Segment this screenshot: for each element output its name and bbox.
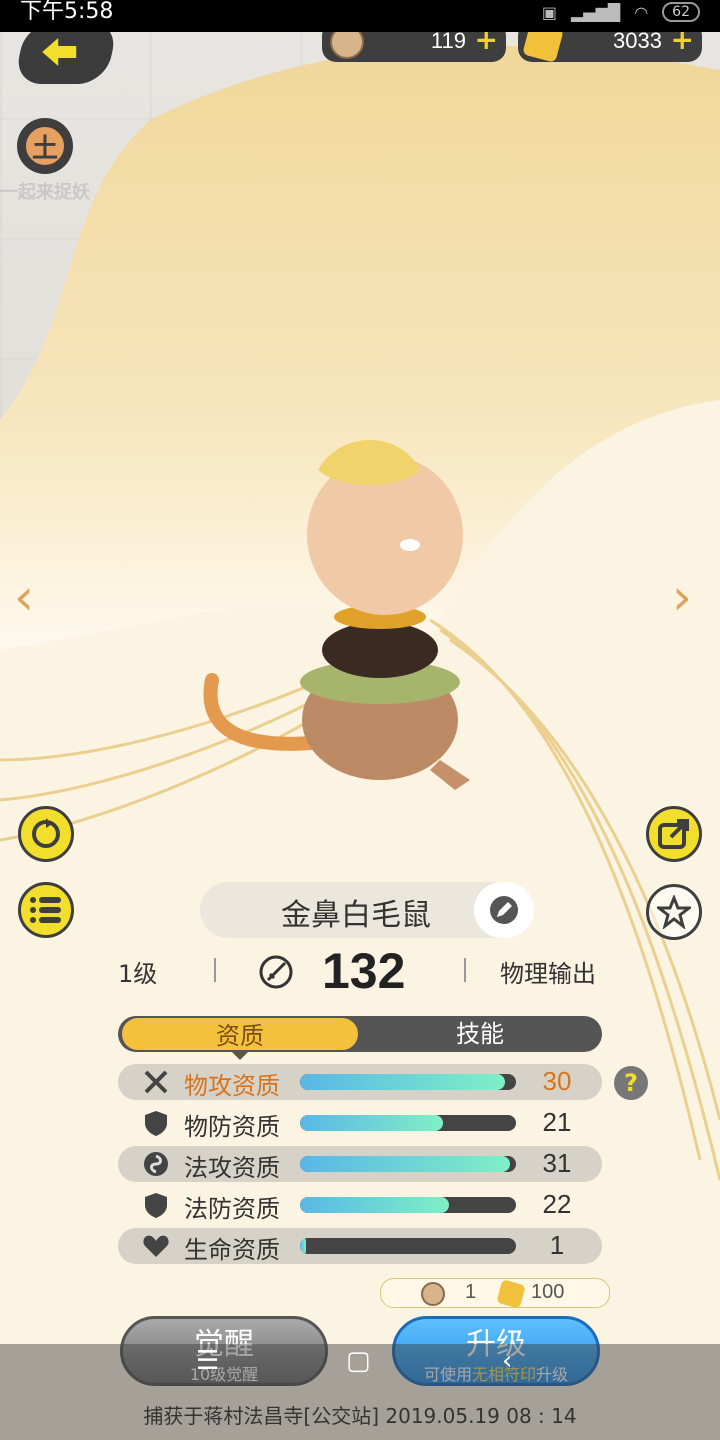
- signal-icon: ▂▄▆█: [570, 2, 621, 22]
- attribute-bar: [300, 1197, 516, 1213]
- attribute-label: 法防资质: [184, 1195, 280, 1223]
- pet-name: 金鼻白毛鼠: [281, 898, 431, 933]
- attribute-bar: [300, 1238, 516, 1254]
- attribute-label: 法攻资质: [184, 1154, 280, 1182]
- attribute-row: 物攻资质 30: [118, 1064, 602, 1100]
- share-icon: [658, 819, 689, 849]
- tab-bar: 资质 技能: [118, 1016, 602, 1052]
- swirl-icon: [144, 1152, 168, 1176]
- attribute-bar: [300, 1156, 516, 1172]
- attribute-bar-fill: [300, 1115, 443, 1131]
- status-icons: ▣ ▂▄▆█ ◠ 62: [542, 2, 700, 22]
- combat-power: 132: [322, 943, 406, 999]
- pet-level: 1级: [118, 960, 158, 988]
- attribute-bar-fill: [300, 1156, 510, 1172]
- list-icon: [30, 897, 61, 923]
- attribute-label: 生命资质: [184, 1236, 280, 1264]
- cat-coin-icon: [421, 1282, 445, 1306]
- background: 一起来捉妖 一起来捉妖 一起来捉妖: [0, 0, 720, 1440]
- rename-button[interactable]: [474, 882, 534, 938]
- pet-name-pill: 金鼻白毛鼠: [200, 882, 534, 938]
- share-button[interactable]: [646, 806, 702, 862]
- home-icon[interactable]: ▢: [346, 1346, 371, 1376]
- element-badge[interactable]: 土: [17, 118, 73, 174]
- attribute-bar: [300, 1115, 516, 1131]
- favorite-button[interactable]: [646, 884, 702, 940]
- divider: [464, 958, 466, 982]
- shield-icon: [145, 1193, 167, 1218]
- help-button[interactable]: ?: [614, 1066, 648, 1100]
- divider: [214, 958, 216, 982]
- cost-crystal-value: 100: [531, 1281, 565, 1303]
- tab-skills[interactable]: 技能: [360, 1016, 600, 1052]
- heart-icon: [143, 1235, 169, 1257]
- attribute-row: 生命资质 1: [118, 1228, 602, 1264]
- attribute-value: 21: [542, 1107, 572, 1137]
- tab-aptitude[interactable]: 资质: [120, 1016, 360, 1052]
- attribute-label: 物攻资质: [184, 1072, 280, 1100]
- menu-list-button[interactable]: [18, 882, 74, 938]
- back-arrow-icon: [42, 38, 77, 66]
- next-pet-arrow-icon[interactable]: ›: [672, 572, 712, 622]
- attribute-row: 法攻资质 31: [118, 1146, 602, 1182]
- capture-info: 捕获于蒋村法昌寺[公交站] 2019.05.19 08 : 14: [143, 1404, 577, 1428]
- upgrade-cost: 1 100: [380, 1278, 610, 1309]
- attribute-row: 物防资质 21: [118, 1105, 602, 1141]
- rotate-icon: [32, 818, 60, 848]
- wifi-icon: ◠: [634, 2, 649, 22]
- nav-back-icon[interactable]: ‹: [502, 1346, 512, 1376]
- attribute-bar-fill: [300, 1074, 506, 1090]
- sim-icon: ▣: [541, 2, 557, 22]
- power-sword-icon: [259, 955, 293, 989]
- attribute-bar-fill: [300, 1197, 450, 1213]
- shield-icon: [145, 1111, 167, 1136]
- previous-pet-arrow-icon[interactable]: ‹: [14, 572, 54, 622]
- crossed-swords-icon: [144, 1070, 168, 1094]
- star-icon: [657, 895, 691, 929]
- cost-coin-value: 1: [465, 1281, 477, 1303]
- golden-ribbon: [0, 45, 720, 1440]
- attribute-bar-fill: [300, 1238, 307, 1254]
- attribute-row: 法防资质 22: [118, 1187, 602, 1223]
- status-time: 下午5:58: [20, 0, 114, 24]
- attribute-value: 1: [549, 1230, 565, 1260]
- edit-pencil-icon: [490, 896, 518, 924]
- attribute-value: 31: [542, 1148, 572, 1178]
- status-bar: 下午5:58 ▣ ▂▄▆█ ◠ 62: [0, 0, 720, 32]
- gold-crystal-icon: [496, 1279, 526, 1309]
- rotate-button[interactable]: [18, 806, 74, 862]
- attribute-bar: [300, 1074, 516, 1090]
- recent-apps-icon[interactable]: ☰: [196, 1346, 219, 1376]
- battery-icon: 62: [662, 2, 700, 22]
- attribute-value: 30: [542, 1066, 572, 1096]
- tab-pointer: [230, 1050, 250, 1060]
- attribute-value: 22: [542, 1189, 572, 1219]
- attribute-label: 物防资质: [184, 1113, 280, 1141]
- pet-role: 物理输出: [500, 960, 596, 988]
- earth-element-icon: 土: [23, 124, 67, 168]
